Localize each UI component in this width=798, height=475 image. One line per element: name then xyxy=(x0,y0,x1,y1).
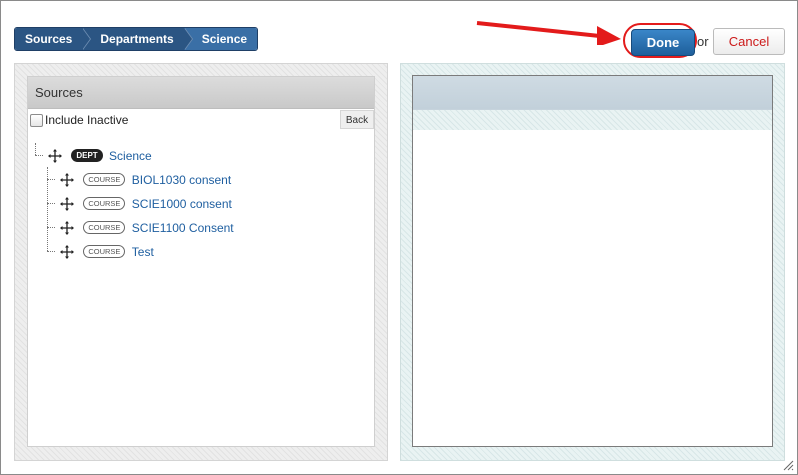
tree-connector xyxy=(47,227,55,228)
tree-link-course[interactable]: Test xyxy=(132,245,154,259)
breadcrumb-science[interactable]: Science xyxy=(183,28,258,50)
arrow-annotation-icon xyxy=(476,21,621,45)
move-icon[interactable] xyxy=(48,148,62,163)
done-button[interactable]: Done xyxy=(631,29,695,56)
tree-link-course[interactable]: SCIE1100 Consent xyxy=(132,221,234,235)
cancel-button[interactable]: Cancel xyxy=(713,28,785,55)
course-badge: COURSE xyxy=(83,221,126,235)
tree-node-course: COURSE Test xyxy=(60,242,154,260)
tree-node-dept: DEPT Science xyxy=(48,146,152,164)
tree-link-course[interactable]: SCIE1000 consent xyxy=(132,197,232,211)
include-inactive-checkbox[interactable] xyxy=(30,114,43,127)
tree-connector xyxy=(47,251,55,252)
move-icon[interactable] xyxy=(60,196,74,211)
tree-connector xyxy=(47,203,55,204)
course-badge: COURSE xyxy=(83,173,126,187)
breadcrumb: Sources Departments Science xyxy=(14,27,259,51)
tree-link-course[interactable]: BIOL1030 consent xyxy=(132,173,231,187)
tree-connector xyxy=(35,143,36,155)
back-button[interactable]: Back xyxy=(340,110,374,129)
dept-badge: DEPT xyxy=(71,149,103,163)
move-icon[interactable] xyxy=(60,172,74,187)
destination-header xyxy=(413,76,772,110)
sources-panel: Sources Include Inactive Back DEPT Scien… xyxy=(27,76,375,447)
destination-drop-row[interactable] xyxy=(413,110,772,130)
sources-toolbar: Include Inactive Back xyxy=(28,109,374,131)
course-badge: COURSE xyxy=(83,197,126,211)
tree-link-science[interactable]: Science xyxy=(109,149,152,163)
tree-connector xyxy=(35,155,43,156)
breadcrumb-sources[interactable]: Sources xyxy=(15,28,92,50)
tree-connector xyxy=(47,179,55,180)
breadcrumb-departments[interactable]: Departments xyxy=(82,28,194,50)
tree-node-course: COURSE SCIE1000 consent xyxy=(60,194,232,212)
sources-header: Sources xyxy=(28,77,374,109)
move-icon[interactable] xyxy=(60,220,74,235)
destination-panel[interactable] xyxy=(412,75,773,447)
dialog: Sources Departments Science Done or Canc… xyxy=(0,0,798,475)
or-text: or xyxy=(697,34,709,49)
resize-grip-icon[interactable] xyxy=(782,459,794,471)
tree-node-course: COURSE SCIE1100 Consent xyxy=(60,218,234,236)
include-inactive-label[interactable]: Include Inactive xyxy=(45,109,128,131)
course-badge: COURSE xyxy=(83,245,126,259)
move-icon[interactable] xyxy=(60,244,74,259)
tree-node-course: COURSE BIOL1030 consent xyxy=(60,170,231,188)
